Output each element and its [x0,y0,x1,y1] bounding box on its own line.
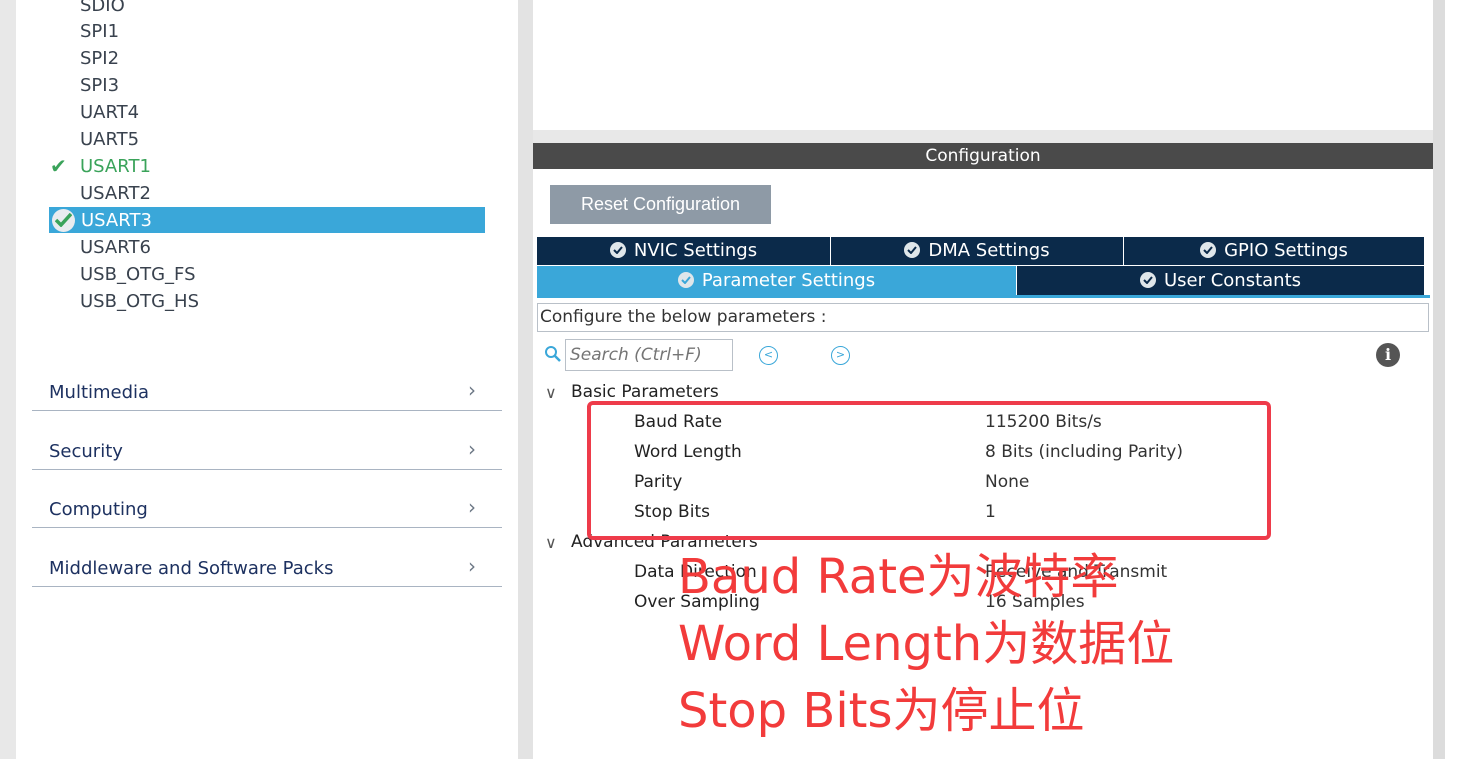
sidebar-item-sdio[interactable]: SDIO [80,0,125,19]
reset-configuration-button[interactable]: Reset Configuration [550,185,771,224]
next-result-icon[interactable]: > [831,346,850,365]
check-circle-icon [52,209,75,232]
window-edge [1445,0,1461,759]
divider [32,586,502,587]
configuration-header: Configuration [533,143,1433,169]
check-circle-icon [1139,272,1156,288]
search-input[interactable] [565,339,733,371]
sidebar-item-usart6[interactable]: USART6 [80,235,151,261]
tab-user-constants[interactable]: User Constants [1017,266,1424,296]
configure-instructions: Configure the below parameters : [537,303,1429,332]
chevron-right-icon[interactable]: › [468,554,476,578]
chevron-right-icon[interactable]: › [468,378,476,402]
category-multimedia[interactable]: Multimedia [49,382,149,403]
category-security[interactable]: Security [49,441,123,462]
tab-nvic-settings[interactable]: NVIC Settings [537,237,830,265]
divider [32,410,502,411]
sidebar-item-usart2[interactable]: USART2 [80,181,151,207]
divider [32,469,502,470]
tab-label: User Constants [1163,270,1302,291]
sidebar-item-spi1[interactable]: SPI1 [80,19,119,45]
chevron-right-icon[interactable]: › [468,437,476,461]
sidebar-item-usb-otg-fs[interactable]: USB_OTG_FS [80,262,196,288]
info-icon[interactable]: i [1376,343,1400,367]
sidebar-item-usart3[interactable]: USART3 [81,208,152,234]
sidebar-item-uart5[interactable]: UART5 [80,127,139,153]
annotation-word-length: Word Length为数据位 [678,616,1175,672]
category-computing[interactable]: Computing [49,499,148,520]
check-circle-icon [1200,242,1217,258]
tab-label: NVIC Settings [633,240,758,261]
scrollbar[interactable] [1433,0,1445,759]
annotation-highlight-box [587,401,1271,540]
tab-dma-settings[interactable]: DMA Settings [831,237,1123,265]
tab-underline [537,295,1430,298]
search-icon[interactable] [544,345,562,363]
tab-label: GPIO Settings [1224,240,1348,261]
annotation-stop-bits: Stop Bits为停止位 [678,683,1085,739]
tab-label: Parameter Settings [701,270,876,291]
app-window: SDIO SPI1 SPI2 SPI3 UART4 UART5 ✔ USART1… [0,0,1461,759]
chevron-down-icon[interactable]: ∨ [545,383,557,402]
sidebar-item-uart4[interactable]: UART4 [80,100,139,126]
peripheral-sidebar: SDIO SPI1 SPI2 SPI3 UART4 UART5 ✔ USART1… [16,0,518,759]
sidebar-item-spi3[interactable]: SPI3 [80,73,119,99]
tab-gpio-settings[interactable]: GPIO Settings [1124,237,1424,265]
check-icon: ✔ [50,154,67,178]
category-middleware[interactable]: Middleware and Software Packs [49,558,333,579]
sidebar-item-usart1[interactable]: USART1 [80,154,151,180]
check-circle-icon [904,242,921,258]
mode-panel [533,0,1433,130]
annotation-baud-rate: Baud Rate为波特率 [678,549,1119,605]
tab-label: DMA Settings [928,240,1050,261]
sidebar-item-spi2[interactable]: SPI2 [80,46,119,72]
previous-result-icon[interactable]: < [759,346,778,365]
tab-parameter-settings[interactable]: Parameter Settings [537,266,1016,296]
check-circle-icon [609,242,626,258]
group-basic-parameters[interactable]: Basic Parameters [571,382,719,402]
chevron-right-icon[interactable]: › [468,495,476,519]
panel-splitter[interactable] [518,0,533,759]
check-circle-icon [677,272,694,288]
sidebar-item-usb-otg-hs[interactable]: USB_OTG_HS [80,289,199,315]
divider [32,527,502,528]
chevron-down-icon[interactable]: ∨ [545,533,557,552]
